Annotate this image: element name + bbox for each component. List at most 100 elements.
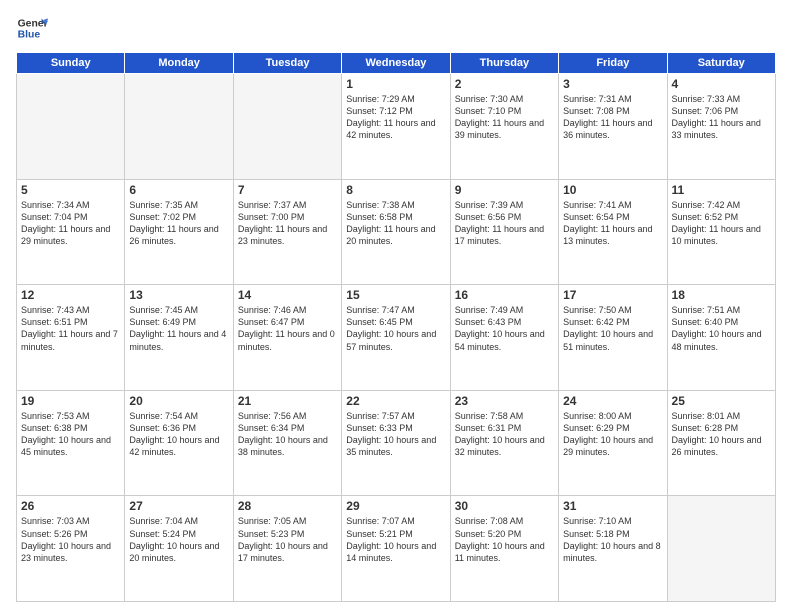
cell-info: Sunrise: 8:00 AMSunset: 6:29 PMDaylight:… [563,410,662,459]
calendar-cell: 3 Sunrise: 7:31 AMSunset: 7:08 PMDaylight… [559,74,667,180]
calendar-cell: 20 Sunrise: 7:54 AMSunset: 6:36 PMDayligh… [125,390,233,496]
cell-info: Sunrise: 7:08 AMSunset: 5:20 PMDaylight:… [455,515,554,564]
calendar-cell: 30 Sunrise: 7:08 AMSunset: 5:20 PMDayligh… [450,496,558,602]
cell-info: Sunrise: 7:41 AMSunset: 6:54 PMDaylight:… [563,199,662,248]
svg-text:Blue: Blue [18,30,41,41]
weekday-header-cell: Thursday [450,53,558,74]
calendar-cell: 15 Sunrise: 7:47 AMSunset: 6:45 PMDayligh… [342,285,450,391]
calendar-cell: 11 Sunrise: 7:42 AMSunset: 6:52 PMDayligh… [667,179,775,285]
cell-info: Sunrise: 7:43 AMSunset: 6:51 PMDaylight:… [21,304,120,353]
day-number: 2 [455,77,554,91]
calendar-week-row: 26 Sunrise: 7:03 AMSunset: 5:26 PMDayligh… [17,496,776,602]
cell-info: Sunrise: 7:45 AMSunset: 6:49 PMDaylight:… [129,304,228,353]
day-number: 23 [455,394,554,408]
day-number: 16 [455,288,554,302]
cell-info: Sunrise: 7:50 AMSunset: 6:42 PMDaylight:… [563,304,662,353]
calendar-cell: 18Sunrise: 7:51 AMSunset: 6:40 PMDayligh… [667,285,775,391]
calendar-cell: 22 Sunrise: 7:57 AMSunset: 6:33 PMDayligh… [342,390,450,496]
calendar-cell: 21 Sunrise: 7:56 AMSunset: 6:34 PMDayligh… [233,390,341,496]
calendar-table: SundayMondayTuesdayWednesdayThursdayFrid… [16,52,776,602]
day-number: 24 [563,394,662,408]
day-number: 25 [672,394,771,408]
day-number: 27 [129,499,228,513]
day-number: 11 [672,183,771,197]
cell-info: Sunrise: 7:39 AMSunset: 6:56 PMDaylight:… [455,199,554,248]
day-number: 22 [346,394,445,408]
calendar-cell: 13 Sunrise: 7:45 AMSunset: 6:49 PMDayligh… [125,285,233,391]
cell-info: Sunrise: 7:53 AMSunset: 6:38 PMDaylight:… [21,410,120,459]
day-number: 10 [563,183,662,197]
day-number: 26 [21,499,120,513]
page: General Blue SundayMondayTuesdayWednesda… [0,0,792,612]
cell-info: Sunrise: 7:54 AMSunset: 6:36 PMDaylight:… [129,410,228,459]
weekday-header-cell: Sunday [17,53,125,74]
day-number: 20 [129,394,228,408]
calendar-cell: 12 Sunrise: 7:43 AMSunset: 6:51 PMDayligh… [17,285,125,391]
day-number: 5 [21,183,120,197]
cell-info: Sunrise: 7:37 AMSunset: 7:00 PMDaylight:… [238,199,337,248]
calendar-cell [233,74,341,180]
weekday-header: SundayMondayTuesdayWednesdayThursdayFrid… [17,53,776,74]
weekday-header-cell: Monday [125,53,233,74]
calendar-cell [17,74,125,180]
day-number: 7 [238,183,337,197]
day-number: 13 [129,288,228,302]
calendar-cell: 19Sunrise: 7:53 AMSunset: 6:38 PMDayligh… [17,390,125,496]
calendar-cell: 5 Sunrise: 7:34 AMSunset: 7:04 PMDaylight… [17,179,125,285]
cell-info: Sunrise: 7:47 AMSunset: 6:45 PMDaylight:… [346,304,445,353]
weekday-header-cell: Wednesday [342,53,450,74]
day-number: 6 [129,183,228,197]
calendar-cell: 31 Sunrise: 7:10 AMSunset: 5:18 PMDayligh… [559,496,667,602]
day-number: 8 [346,183,445,197]
calendar-cell: 7 Sunrise: 7:37 AMSunset: 7:00 PMDaylight… [233,179,341,285]
logo: General Blue [16,12,48,44]
cell-info: Sunrise: 7:03 AMSunset: 5:26 PMDaylight:… [21,515,120,564]
cell-info: Sunrise: 7:10 AMSunset: 5:18 PMDaylight:… [563,515,662,564]
day-number: 12 [21,288,120,302]
day-number: 1 [346,77,445,91]
calendar-cell: 16Sunrise: 7:49 AMSunset: 6:43 PMDayligh… [450,285,558,391]
calendar-week-row: 1Sunrise: 7:29 AMSunset: 7:12 PMDaylight… [17,74,776,180]
calendar-cell: 14 Sunrise: 7:46 AMSunset: 6:47 PMDayligh… [233,285,341,391]
day-number: 15 [346,288,445,302]
cell-info: Sunrise: 8:01 AMSunset: 6:28 PMDaylight:… [672,410,771,459]
calendar-body: 1Sunrise: 7:29 AMSunset: 7:12 PMDaylight… [17,74,776,602]
calendar-cell: 26 Sunrise: 7:03 AMSunset: 5:26 PMDayligh… [17,496,125,602]
calendar-cell: 25 Sunrise: 8:01 AMSunset: 6:28 PMDayligh… [667,390,775,496]
cell-info: Sunrise: 7:56 AMSunset: 6:34 PMDaylight:… [238,410,337,459]
day-number: 30 [455,499,554,513]
cell-info: Sunrise: 7:35 AMSunset: 7:02 PMDaylight:… [129,199,228,248]
calendar-cell: 29 Sunrise: 7:07 AMSunset: 5:21 PMDayligh… [342,496,450,602]
cell-info: Sunrise: 7:05 AMSunset: 5:23 PMDaylight:… [238,515,337,564]
calendar-cell: 1Sunrise: 7:29 AMSunset: 7:12 PMDaylight… [342,74,450,180]
day-number: 3 [563,77,662,91]
logo-icon: General Blue [16,12,48,44]
cell-info: Sunrise: 7:46 AMSunset: 6:47 PMDaylight:… [238,304,337,353]
cell-info: Sunrise: 7:57 AMSunset: 6:33 PMDaylight:… [346,410,445,459]
day-number: 21 [238,394,337,408]
cell-info: Sunrise: 7:30 AMSunset: 7:10 PMDaylight:… [455,93,554,142]
cell-info: Sunrise: 7:33 AMSunset: 7:06 PMDaylight:… [672,93,771,142]
calendar-cell: 17Sunrise: 7:50 AMSunset: 6:42 PMDayligh… [559,285,667,391]
calendar-cell: 28Sunrise: 7:05 AMSunset: 5:23 PMDayligh… [233,496,341,602]
day-number: 31 [563,499,662,513]
calendar-cell: 4Sunrise: 7:33 AMSunset: 7:06 PMDaylight… [667,74,775,180]
calendar-cell: 24 Sunrise: 8:00 AMSunset: 6:29 PMDayligh… [559,390,667,496]
cell-info: Sunrise: 7:34 AMSunset: 7:04 PMDaylight:… [21,199,120,248]
calendar-week-row: 12 Sunrise: 7:43 AMSunset: 6:51 PMDayligh… [17,285,776,391]
day-number: 29 [346,499,445,513]
cell-info: Sunrise: 7:31 AMSunset: 7:08 PMDaylight:… [563,93,662,142]
weekday-header-cell: Friday [559,53,667,74]
cell-info: Sunrise: 7:38 AMSunset: 6:58 PMDaylight:… [346,199,445,248]
calendar-cell: 9 Sunrise: 7:39 AMSunset: 6:56 PMDaylight… [450,179,558,285]
cell-info: Sunrise: 7:58 AMSunset: 6:31 PMDaylight:… [455,410,554,459]
header: General Blue [16,12,776,44]
day-number: 14 [238,288,337,302]
day-number: 9 [455,183,554,197]
weekday-header-cell: Tuesday [233,53,341,74]
calendar-week-row: 5 Sunrise: 7:34 AMSunset: 7:04 PMDaylight… [17,179,776,285]
cell-info: Sunrise: 7:07 AMSunset: 5:21 PMDaylight:… [346,515,445,564]
calendar-cell [667,496,775,602]
calendar-cell: 23 Sunrise: 7:58 AMSunset: 6:31 PMDayligh… [450,390,558,496]
cell-info: Sunrise: 7:42 AMSunset: 6:52 PMDaylight:… [672,199,771,248]
